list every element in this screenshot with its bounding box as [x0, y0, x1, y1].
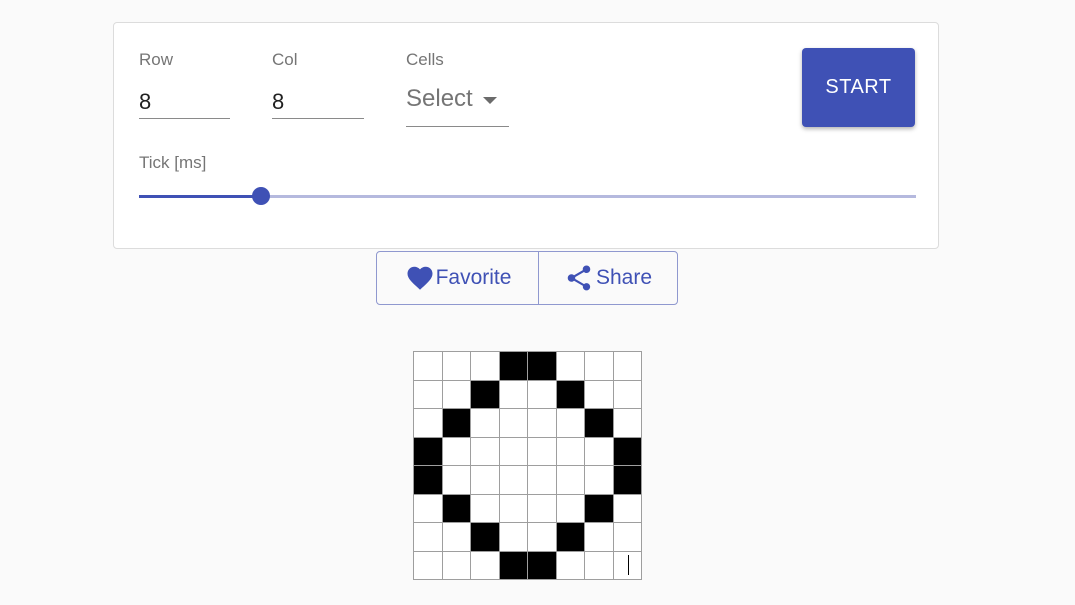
grid-cell[interactable]: [613, 380, 642, 409]
chevron-down-icon: [483, 97, 497, 104]
grid-cell[interactable]: [414, 380, 443, 409]
grid-cell[interactable]: [585, 437, 614, 466]
grid-cell[interactable]: [499, 523, 528, 552]
grid-cell[interactable]: [442, 409, 471, 438]
grid-cell[interactable]: [442, 352, 471, 381]
grid-cell[interactable]: [414, 494, 443, 523]
grid-cell[interactable]: [585, 466, 614, 495]
grid-cell[interactable]: [585, 409, 614, 438]
favorite-button[interactable]: Favorite: [377, 252, 539, 304]
grid-cell[interactable]: [471, 551, 500, 580]
cells-select[interactable]: Select: [406, 85, 509, 127]
grid-cell[interactable]: [471, 523, 500, 552]
grid-cell[interactable]: [528, 409, 557, 438]
grid-cell[interactable]: [414, 437, 443, 466]
grid-cell[interactable]: [442, 380, 471, 409]
grid-cell[interactable]: [414, 409, 443, 438]
grid-cell[interactable]: [585, 551, 614, 580]
action-button-group: Favorite Share: [376, 251, 678, 305]
grid-cell[interactable]: [442, 466, 471, 495]
grid-cell[interactable]: [471, 409, 500, 438]
grid-cell[interactable]: [499, 409, 528, 438]
heart-icon: [404, 263, 436, 293]
row-label: Row: [139, 50, 174, 69]
tick-slider-fill: [139, 195, 261, 198]
grid-cell[interactable]: [585, 494, 614, 523]
grid-cell[interactable]: [613, 466, 642, 495]
grid-cell[interactable]: [499, 551, 528, 580]
grid-cell[interactable]: [528, 466, 557, 495]
grid-cell[interactable]: [499, 494, 528, 523]
grid-cell[interactable]: [528, 523, 557, 552]
grid-cell[interactable]: [585, 380, 614, 409]
grid-cell[interactable]: [414, 352, 443, 381]
grid-cell[interactable]: [499, 437, 528, 466]
grid-cell[interactable]: [471, 352, 500, 381]
share-button[interactable]: Share: [539, 252, 677, 304]
cells-label: Cells: [406, 50, 444, 69]
grid-cell[interactable]: [471, 494, 500, 523]
grid-cell[interactable]: [556, 523, 585, 552]
grid-cell[interactable]: [442, 437, 471, 466]
share-icon: [564, 263, 594, 293]
grid-cell[interactable]: [556, 380, 585, 409]
grid-cell[interactable]: [414, 551, 443, 580]
grid-cell[interactable]: [471, 437, 500, 466]
grid-cell[interactable]: [556, 551, 585, 580]
grid-cell[interactable]: [442, 494, 471, 523]
tick-slider[interactable]: [139, 187, 916, 205]
grid-cell[interactable]: [442, 551, 471, 580]
grid-cell[interactable]: [528, 437, 557, 466]
start-button[interactable]: START: [802, 48, 915, 127]
grid-cell[interactable]: [499, 466, 528, 495]
tick-label: Tick [ms]: [139, 153, 207, 172]
grid-cell[interactable]: [585, 352, 614, 381]
grid-cell[interactable]: [528, 352, 557, 381]
grid-cell[interactable]: [471, 380, 500, 409]
grid-cell[interactable]: [499, 352, 528, 381]
grid-cell[interactable]: [556, 437, 585, 466]
tick-slider-thumb[interactable]: [251, 187, 270, 205]
settings-card: Row Col Cells Select START Tick [ms]: [113, 22, 939, 249]
grid-cell[interactable]: [471, 466, 500, 495]
grid-cell[interactable]: [556, 466, 585, 495]
grid-cell[interactable]: [442, 523, 471, 552]
grid-cell[interactable]: [556, 494, 585, 523]
grid-cell[interactable]: [556, 409, 585, 438]
row-input[interactable]: [139, 85, 230, 119]
cells-select-value: Select: [406, 85, 473, 112]
grid-cell[interactable]: [414, 523, 443, 552]
col-input[interactable]: [272, 85, 364, 119]
grid-cell[interactable]: [528, 380, 557, 409]
grid-cell[interactable]: [613, 352, 642, 381]
grid-cell[interactable]: [613, 551, 642, 580]
cell-grid: [413, 351, 642, 580]
grid-cell[interactable]: [499, 380, 528, 409]
grid-cell[interactable]: [528, 494, 557, 523]
grid-cell[interactable]: [414, 466, 443, 495]
grid-cell[interactable]: [613, 409, 642, 438]
share-label: Share: [595, 266, 653, 289]
grid-cell[interactable]: [613, 437, 642, 466]
col-label: Col: [272, 50, 298, 69]
grid-cell[interactable]: [556, 352, 585, 381]
grid-cell[interactable]: [613, 494, 642, 523]
favorite-label: Favorite: [435, 266, 512, 289]
grid-cell[interactable]: [585, 523, 614, 552]
grid-cell[interactable]: [528, 551, 557, 580]
grid-cell[interactable]: [613, 523, 642, 552]
text-cursor: [627, 554, 629, 575]
